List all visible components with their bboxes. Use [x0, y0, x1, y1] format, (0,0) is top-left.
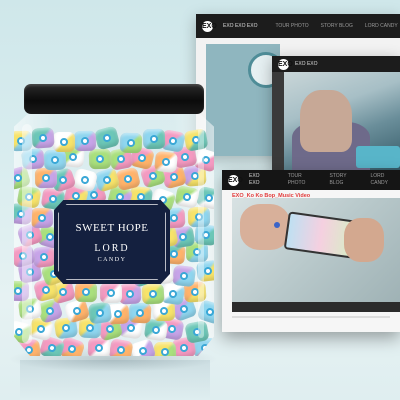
candy-piece [52, 131, 75, 152]
exo-logo-icon[interactable]: EXO [228, 174, 243, 186]
candy-piece [128, 302, 152, 324]
candy-piece [75, 281, 98, 302]
mid-video-frame[interactable] [284, 72, 400, 174]
label-subbrand: CANDY [97, 256, 127, 263]
nav-item-tour-photo[interactable]: TOUR PHOTO [275, 23, 308, 30]
candy-piece [142, 129, 166, 150]
mid-nav-bar: EXO EXO EXO [272, 56, 400, 72]
glass-highlight [22, 124, 32, 344]
nav-item-story-blog[interactable]: STORY BLOG [321, 23, 353, 30]
exo-logo-icon[interactable]: EXO [202, 20, 217, 32]
right-hand [344, 218, 384, 262]
left-hand [240, 204, 290, 250]
music-video-player[interactable] [232, 198, 400, 302]
nav-menu: TOUR PHOTO STORY BLOG LORD CANDY [288, 173, 400, 187]
candy-piece [31, 207, 54, 229]
jar-lid [24, 84, 204, 114]
nav-item-tour-photo[interactable]: TOUR PHOTO [288, 173, 318, 187]
candy-piece [87, 301, 113, 325]
label-brand: LORD [94, 242, 130, 254]
nav-menu: TOUR PHOTO STORY BLOG LORD CANDY [275, 23, 397, 30]
candy-piece [141, 283, 165, 305]
nav-item-lord-candy[interactable]: LORD CANDY [365, 23, 398, 30]
front-nav-bar: EXO EXO EXO TOUR PHOTO STORY BLOG LORD C… [222, 170, 400, 190]
mid-website-screen: EXO EXO EXO [272, 56, 400, 174]
glass-highlight [198, 128, 204, 338]
candy-piece [31, 127, 55, 150]
exo-logo-icon[interactable]: EXO [278, 58, 293, 70]
label-title: SWEET HOPE [75, 221, 149, 234]
nav-brand-text: EXO EXO [295, 60, 318, 67]
candy-piece [88, 148, 112, 169]
person-head [300, 90, 352, 152]
candy-piece [108, 338, 134, 356]
candy-piece [100, 283, 123, 304]
candy-piece [129, 337, 157, 356]
candy-piece [93, 125, 121, 151]
nav-brand-text: EXO EXO [249, 173, 260, 186]
jar-label: SWEET HOPE LORD CANDY [54, 200, 170, 284]
ring-icon [274, 222, 280, 228]
candy-piece [74, 131, 97, 152]
candy-piece [43, 149, 66, 171]
back-nav-bar: EXO EXO EXO EXO TOUR PHOTO STORY BLOG LO… [196, 14, 400, 38]
candy-piece [153, 150, 178, 173]
front-website-screen: EXO EXO EXO TOUR PHOTO STORY BLOG LORD C… [222, 170, 400, 332]
nav-item-lord-candy[interactable]: LORD CANDY [371, 173, 400, 187]
candy-piece [174, 185, 201, 209]
nav-item-story-blog[interactable]: STORY BLOG [330, 173, 359, 187]
candy-piece [119, 132, 142, 154]
candy-piece [183, 127, 209, 152]
candy-piece [32, 245, 57, 269]
candy-piece [171, 264, 196, 288]
candy-piece [153, 341, 177, 356]
candy-table [356, 146, 400, 168]
video-control-bar[interactable] [232, 302, 400, 312]
candy-piece [34, 168, 58, 189]
back-hero-image [206, 44, 284, 156]
caption-divider [232, 316, 390, 318]
product-scene: EXO EXO EXO EXO TOUR PHOTO STORY BLOG LO… [0, 0, 400, 400]
nav-brand-text: EXO EXO EXO [223, 22, 258, 29]
